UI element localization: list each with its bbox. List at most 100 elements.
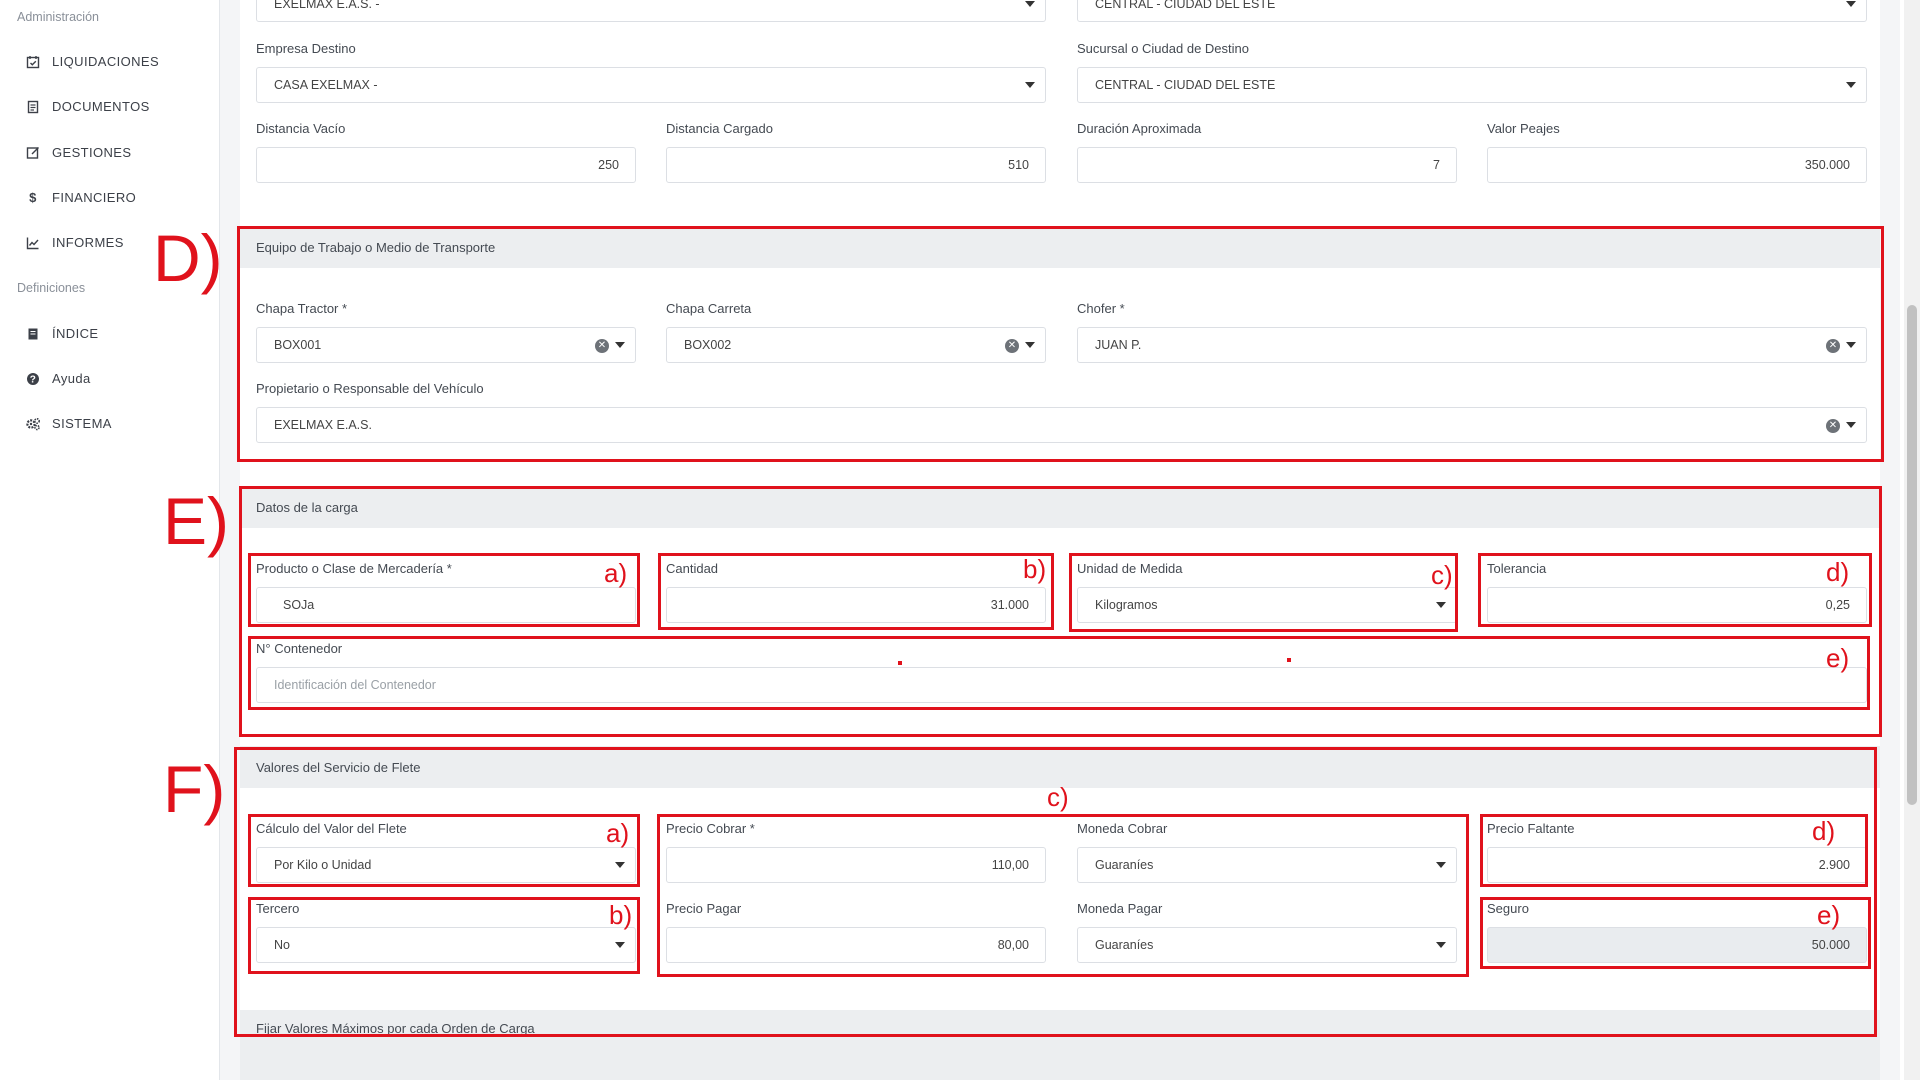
vertical-scrollbar[interactable] [1904, 0, 1920, 1080]
scrollbar-thumb[interactable] [1907, 305, 1917, 805]
chevron-down-icon [1846, 1, 1856, 7]
annotation-label-e-d: d) [1826, 557, 1850, 587]
sidebar-item-informes[interactable]: INFORMES [26, 235, 124, 250]
calendar-check-icon [26, 55, 40, 69]
precio-faltante-input[interactable]: 2.900 [1487, 847, 1867, 883]
annotation-dot [1287, 658, 1291, 662]
sucursal-destino-label: Sucursal o Ciudad de Destino [1077, 41, 1249, 56]
sucursal-destino-select[interactable]: CENTRAL - CIUDAD DEL ESTE [1077, 67, 1867, 103]
moneda-pagar-value: Guaraníes [1095, 938, 1154, 952]
chapa-carreta-select[interactable]: BOX002 ✕ [666, 327, 1046, 363]
empresa-destino-select[interactable]: CASA EXELMAX - [256, 67, 1046, 103]
tolerancia-input[interactable]: 0,25 [1487, 587, 1867, 623]
unidad-select[interactable]: Kilogramos [1077, 587, 1457, 623]
distancia-vacio-label: Distancia Vacío [256, 121, 346, 136]
sucursal-destino-value: CENTRAL - CIUDAD DEL ESTE [1095, 78, 1276, 92]
annotation-label-f-b: b) [609, 900, 633, 930]
producto-value: SOJa [283, 598, 315, 612]
chevron-down-icon [1846, 342, 1856, 348]
sidebar-section-definiciones: Definiciones [17, 281, 86, 295]
producto-label: Producto o Clase de Mercadería * [256, 561, 452, 576]
moneda-pagar-label: Moneda Pagar [1077, 901, 1163, 916]
chapa-tractor-label: Chapa Tractor * [256, 301, 348, 316]
sidebar-item-financiero[interactable]: $ FINANCIERO [26, 190, 136, 205]
svg-text:?: ? [30, 374, 37, 385]
question-circle-icon: ? [26, 372, 40, 386]
chapa-carreta-value: BOX002 [684, 338, 732, 352]
clear-icon[interactable]: ✕ [1005, 339, 1019, 353]
producto-input[interactable]: SOJa [256, 587, 636, 623]
sidebar-item-label: LIQUIDACIONES [52, 54, 160, 69]
sidebar-item-gestiones[interactable]: GESTIONES [26, 145, 131, 160]
annotation-label-e-a: a) [604, 558, 628, 588]
seguro-input: 50.000 [1487, 927, 1867, 963]
chevron-down-icon [1025, 342, 1035, 348]
sidebar-item-documentos[interactable]: DOCUMENTOS [26, 99, 150, 114]
distancia-cargado-label: Distancia Cargado [666, 121, 773, 136]
chevron-down-icon [1025, 82, 1035, 88]
tolerancia-label: Tolerancia [1487, 561, 1547, 576]
chevron-down-icon [1436, 602, 1446, 608]
chart-line-icon [26, 236, 40, 250]
chofer-select[interactable]: JUAN P. ✕ [1077, 327, 1867, 363]
duracion-input[interactable]: 7 [1077, 147, 1457, 183]
precio-faltante-label: Precio Faltante [1487, 821, 1575, 836]
propietario-value: EXELMAX E.A.S. [274, 418, 372, 432]
cantidad-input[interactable]: 31.000 [666, 587, 1046, 623]
unidad-value: Kilogramos [1095, 598, 1158, 612]
annotation-label-e-b: b) [1023, 554, 1047, 584]
calculo-select[interactable]: Por Kilo o Unidad [256, 847, 636, 883]
precio-pagar-input[interactable]: 80,00 [666, 927, 1046, 963]
tercero-select[interactable]: No [256, 927, 636, 963]
empresa-origen-select[interactable]: EXELMAX E.A.S. - [256, 0, 1046, 22]
annotation-label-f: F) [163, 752, 226, 826]
chevron-down-icon [1846, 82, 1856, 88]
chevron-down-icon [1846, 422, 1856, 428]
precio-pagar-label: Precio Pagar [666, 901, 742, 916]
contenedor-placeholder: Identificación del Contenedor [274, 678, 436, 692]
contenedor-input[interactable]: Identificación del Contenedor [256, 667, 1867, 703]
book-icon [26, 327, 40, 341]
sidebar-item-label: Ayuda [52, 371, 91, 386]
chevron-down-icon [615, 342, 625, 348]
sidebar-item-label: ÍNDICE [52, 326, 99, 341]
sidebar-item-label: GESTIONES [52, 145, 132, 160]
chapa-tractor-select[interactable]: BOX001 ✕ [256, 327, 636, 363]
cantidad-label: Cantidad [666, 561, 719, 576]
clear-icon[interactable]: ✕ [1826, 339, 1840, 353]
sidebar-item-liquidaciones[interactable]: LIQUIDACIONES [26, 54, 159, 69]
distancia-cargado-input[interactable]: 510 [666, 147, 1046, 183]
sucursal-origen-select[interactable]: CENTRAL - CIUDAD DEL ESTE [1077, 0, 1867, 22]
sidebar-section-admin: Administración [17, 10, 99, 24]
gears-icon [26, 417, 40, 431]
empresa-origen-value: EXELMAX E.A.S. - [274, 0, 380, 11]
calculo-label: Cálculo del Valor del Flete [256, 821, 407, 836]
unidad-label: Unidad de Medida [1077, 561, 1183, 576]
precio-cobrar-input[interactable]: 110,00 [666, 847, 1046, 883]
distancia-vacio-input[interactable]: 250 [256, 147, 636, 183]
clear-icon[interactable]: ✕ [1826, 419, 1840, 433]
document-icon [26, 100, 40, 114]
sidebar-item-indice[interactable]: ÍNDICE [26, 326, 98, 341]
chapa-tractor-value: BOX001 [274, 338, 322, 352]
tercero-value: No [274, 938, 290, 952]
annotation-label-f-a: a) [606, 818, 630, 848]
max-valores-section-title: Fijar Valores Máximos por cada Orden de … [240, 1010, 1880, 1080]
sidebar-item-label: DOCUMENTOS [52, 99, 150, 114]
annotation-label-f-d: d) [1812, 816, 1836, 846]
chofer-value: JUAN P. [1095, 338, 1142, 352]
moneda-cobrar-select[interactable]: Guaraníes [1077, 847, 1457, 883]
annotation-label-d: D) [153, 221, 223, 295]
sidebar-item-sistema[interactable]: SISTEMA [26, 416, 112, 431]
annotation-dot [898, 661, 902, 665]
sidebar-item-ayuda[interactable]: ? Ayuda [26, 371, 91, 386]
sucursal-origen-value: CENTRAL - CIUDAD DEL ESTE [1095, 0, 1276, 11]
moneda-cobrar-label: Moneda Cobrar [1077, 821, 1168, 836]
peajes-input[interactable]: 350.000 [1487, 147, 1867, 183]
empresa-destino-value: CASA EXELMAX - [274, 78, 378, 92]
empresa-destino-label: Empresa Destino [256, 41, 356, 56]
propietario-select[interactable]: EXELMAX E.A.S. ✕ [256, 407, 1867, 443]
moneda-pagar-select[interactable]: Guaraníes [1077, 927, 1457, 963]
calculo-value: Por Kilo o Unidad [274, 858, 372, 872]
clear-icon[interactable]: ✕ [595, 339, 609, 353]
